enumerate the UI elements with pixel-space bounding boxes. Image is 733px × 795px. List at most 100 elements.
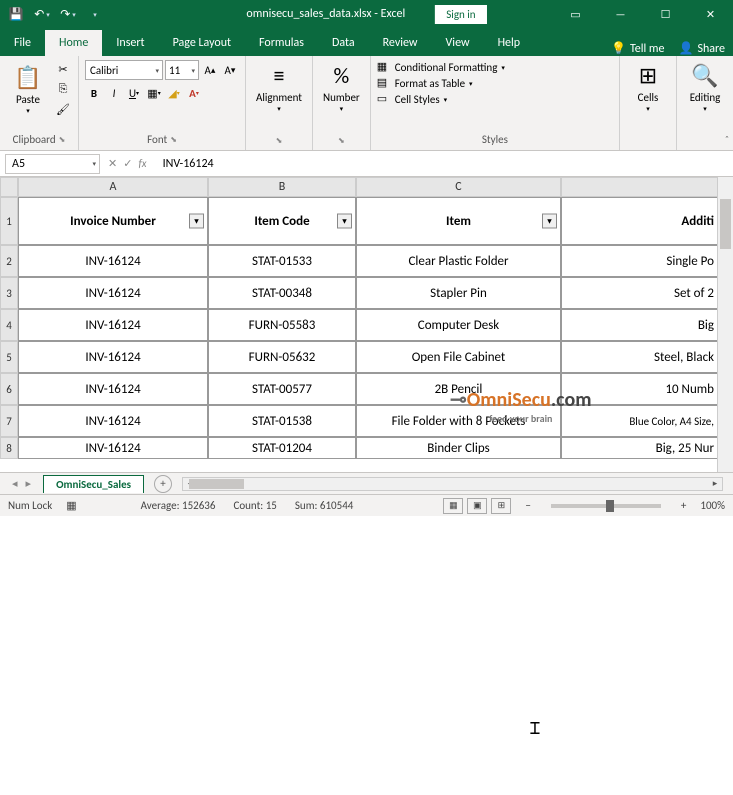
row-header[interactable]: 5 <box>0 341 18 373</box>
data-cell[interactable]: INV-16124 <box>18 277 208 309</box>
tab-view[interactable]: View <box>432 30 484 56</box>
tab-formulas[interactable]: Formulas <box>245 30 318 56</box>
col-header-a[interactable]: A <box>18 177 208 197</box>
cells-button[interactable]: ⊞ Cells ▾ <box>626 60 670 115</box>
shrink-font-icon[interactable]: A▾ <box>221 61 239 79</box>
paste-button[interactable]: 📋 Paste ▾ <box>6 60 50 118</box>
zoom-thumb[interactable] <box>606 500 614 512</box>
ribbon-options-icon[interactable]: ▭ <box>553 0 598 28</box>
sheet-tab[interactable]: OmniSecu_Sales <box>43 475 144 493</box>
data-cell[interactable]: INV-16124 <box>18 437 208 459</box>
alignment-button[interactable]: ≡ Alignment ▾ <box>252 60 306 115</box>
row-header[interactable]: 2 <box>0 245 18 277</box>
normal-view-icon[interactable]: ▦ <box>443 498 463 514</box>
conditional-formatting-button[interactable]: ▦Conditional Formatting▾ <box>377 60 613 74</box>
cut-icon[interactable]: ✂ <box>54 60 72 78</box>
format-as-table-button[interactable]: ▤Format as Table▾ <box>377 76 613 90</box>
page-layout-view-icon[interactable]: ▣ <box>467 498 487 514</box>
scrollbar-thumb[interactable] <box>189 479 244 489</box>
format-painter-icon[interactable]: 🖌 <box>54 100 72 118</box>
border-icon[interactable]: ▦▾ <box>145 84 163 102</box>
spreadsheet-grid[interactable]: A B C 1 Invoice Number▾ Item Code▾ Item▾… <box>0 177 733 472</box>
underline-button[interactable]: U▾ <box>125 84 143 102</box>
data-cell[interactable]: STAT-01538 <box>208 405 356 437</box>
row-header[interactable]: 3 <box>0 277 18 309</box>
copy-icon[interactable]: ⎘ <box>54 80 72 98</box>
minimize-icon[interactable]: — <box>598 0 643 28</box>
header-cell[interactable]: Item Code▾ <box>208 197 356 245</box>
data-cell[interactable]: 2B Pencil <box>356 373 561 405</box>
tab-insert[interactable]: Insert <box>102 30 158 56</box>
scrollbar-thumb[interactable] <box>720 199 731 249</box>
col-header-b[interactable]: B <box>208 177 356 197</box>
font-size-select[interactable]: 11▾ <box>165 60 199 80</box>
row-header[interactable]: 4 <box>0 309 18 341</box>
header-cell[interactable]: Invoice Number▾ <box>18 197 208 245</box>
col-header-c[interactable]: C <box>356 177 561 197</box>
add-sheet-button[interactable]: + <box>154 475 172 493</box>
data-cell[interactable]: Computer Desk <box>356 309 561 341</box>
data-cell[interactable]: Big, 25 Nur <box>561 437 721 459</box>
editing-button[interactable]: 🔍 Editing ▾ <box>683 60 727 115</box>
tab-page-layout[interactable]: Page Layout <box>159 30 245 56</box>
accept-formula-icon[interactable]: ✓ <box>123 157 132 170</box>
horizontal-scrollbar[interactable]: ◂ ▸ <box>182 477 723 491</box>
data-cell[interactable]: STAT-00577 <box>208 373 356 405</box>
filter-dropdown-icon[interactable]: ▾ <box>189 214 204 229</box>
row-header[interactable]: 8 <box>0 437 18 459</box>
font-name-select[interactable]: Calibri▾ <box>85 60 163 80</box>
signin-button[interactable]: Sign in <box>435 5 486 24</box>
data-cell[interactable]: File Folder with 8 Pockets <box>356 405 561 437</box>
col-header-d[interactable] <box>561 177 721 197</box>
italic-button[interactable]: I <box>105 84 123 102</box>
header-cell[interactable]: Additi <box>561 197 721 245</box>
data-cell[interactable]: Stapler Pin <box>356 277 561 309</box>
vertical-scrollbar[interactable] <box>717 177 733 472</box>
qat-customize-icon[interactable]: ▾ <box>86 6 102 22</box>
filter-dropdown-icon[interactable]: ▾ <box>542 214 557 229</box>
popout-icon[interactable]: ⬊ <box>59 135 66 145</box>
row-header[interactable]: 1 <box>0 197 18 245</box>
data-cell[interactable]: Single Po <box>561 245 721 277</box>
share-button[interactable]: 👤Share <box>678 41 725 56</box>
grow-font-icon[interactable]: A▴ <box>201 61 219 79</box>
tab-review[interactable]: Review <box>369 30 432 56</box>
data-cell[interactable]: Blue Color, A4 Size, <box>561 405 721 437</box>
bold-button[interactable]: B <box>85 84 103 102</box>
zoom-slider[interactable] <box>551 504 661 508</box>
data-cell[interactable]: Binder Clips <box>356 437 561 459</box>
data-cell[interactable]: INV-16124 <box>18 245 208 277</box>
number-button[interactable]: % Number ▾ <box>319 60 364 115</box>
cancel-formula-icon[interactable]: ✕ <box>108 157 117 170</box>
data-cell[interactable]: Clear Plastic Folder <box>356 245 561 277</box>
popout-icon[interactable]: ⬊ <box>338 136 345 146</box>
data-cell[interactable]: INV-16124 <box>18 309 208 341</box>
save-icon[interactable]: 💾 <box>8 6 24 22</box>
data-cell[interactable]: 10 Numb <box>561 373 721 405</box>
tab-data[interactable]: Data <box>318 30 369 56</box>
popout-icon[interactable]: ⬊ <box>276 136 283 146</box>
sheet-nav-next-icon[interactable]: ▸ <box>26 477 32 490</box>
data-cell[interactable]: Steel, Black <box>561 341 721 373</box>
popout-icon[interactable]: ⬊ <box>170 135 177 145</box>
undo-icon[interactable]: ↶▾ <box>34 6 50 22</box>
fx-icon[interactable]: fx <box>138 157 146 170</box>
data-cell[interactable]: INV-16124 <box>18 405 208 437</box>
data-cell[interactable]: STAT-00348 <box>208 277 356 309</box>
data-cell[interactable]: INV-16124 <box>18 341 208 373</box>
maximize-icon[interactable]: ☐ <box>643 0 688 28</box>
redo-icon[interactable]: ↷▾ <box>60 6 76 22</box>
data-cell[interactable]: Open File Cabinet <box>356 341 561 373</box>
select-all-corner[interactable] <box>0 177 18 197</box>
zoom-in-icon[interactable]: + <box>681 499 686 512</box>
data-cell[interactable]: FURN-05583 <box>208 309 356 341</box>
tab-home[interactable]: Home <box>45 30 102 56</box>
tab-file[interactable]: File <box>0 30 45 56</box>
cell-styles-button[interactable]: ▭Cell Styles▾ <box>377 92 613 106</box>
sheet-nav-prev-icon[interactable]: ◂ <box>12 477 18 490</box>
page-break-view-icon[interactable]: ⊞ <box>491 498 511 514</box>
data-cell[interactable]: STAT-01533 <box>208 245 356 277</box>
collapse-ribbon-icon[interactable]: ˆ <box>725 133 729 146</box>
tellme-button[interactable]: 💡Tell me <box>611 41 664 56</box>
name-box[interactable]: A5▾ <box>5 154 100 174</box>
